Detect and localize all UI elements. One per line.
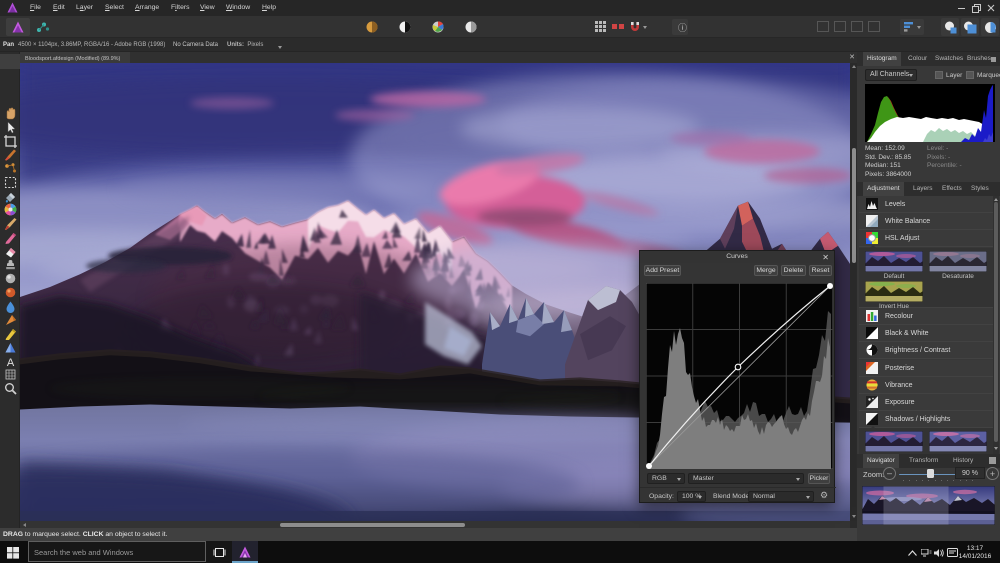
svg-text:A: A <box>6 357 14 368</box>
